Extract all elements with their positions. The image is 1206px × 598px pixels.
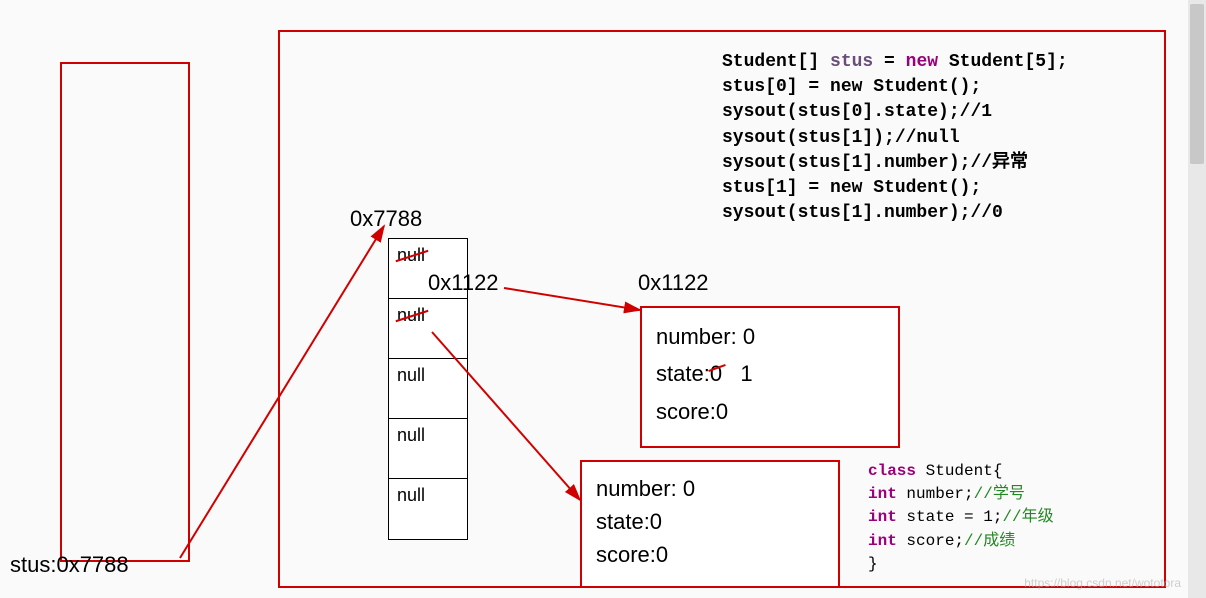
object-box-1: number: 0 state:0 1 score:0 bbox=[640, 306, 900, 448]
watermark: https://blog.csdn.net/wototora bbox=[1024, 576, 1181, 590]
obj2-number: number: 0 bbox=[596, 472, 824, 505]
code-line-4: sysout(stus[1]);//null bbox=[722, 126, 1142, 151]
codeb-line-5: } bbox=[868, 553, 1054, 576]
codeb-line-1: class Student{ bbox=[868, 460, 1054, 483]
obj2-state: state:0 bbox=[596, 505, 824, 538]
diagram-canvas: stus:0x7788 0x7788 null null null null n… bbox=[0, 0, 1206, 598]
scrollbar-thumb[interactable] bbox=[1190, 4, 1204, 164]
array-cell-2: null bbox=[389, 359, 467, 419]
code-line-3: sysout(stus[0].state);//1 bbox=[722, 100, 1142, 125]
array-address-label: 0x7788 bbox=[350, 206, 422, 232]
obj2-score: score:0 bbox=[596, 538, 824, 571]
code-snippet-top: Student[] stus = new Student[5]; stus[0]… bbox=[722, 50, 1142, 226]
code-line-6: stus[1] = new Student(); bbox=[722, 176, 1142, 201]
code-line-5: sysout(stus[1].number);//异常 bbox=[722, 151, 1142, 176]
addr-label-b: 0x1122 bbox=[638, 270, 709, 296]
addr-label-a: 0x1122 bbox=[428, 270, 499, 296]
object-box-2: number: 0 state:0 score:0 bbox=[580, 460, 840, 588]
obj1-state: state:0 1 bbox=[656, 355, 884, 392]
codeb-line-2: int number;//学号 bbox=[868, 483, 1054, 506]
codeb-line-4: int score;//成绩 bbox=[868, 530, 1054, 553]
obj1-score: score:0 bbox=[656, 393, 884, 430]
scrollbar-vertical[interactable] bbox=[1188, 0, 1206, 598]
array-cell-4: null bbox=[389, 479, 467, 539]
code-line-2: stus[0] = new Student(); bbox=[722, 75, 1142, 100]
stack-region bbox=[60, 62, 190, 562]
stack-var-label: stus:0x7788 bbox=[10, 552, 129, 578]
code-snippet-bottom: class Student{ int number;//学号 int state… bbox=[868, 460, 1054, 576]
obj1-number: number: 0 bbox=[656, 318, 884, 355]
array-cell-3: null bbox=[389, 419, 467, 479]
code-line-7: sysout(stus[1].number);//0 bbox=[722, 201, 1142, 226]
array-cell-1: null bbox=[389, 299, 467, 359]
code-line-1: Student[] stus = new Student[5]; bbox=[722, 50, 1142, 75]
codeb-line-3: int state = 1;//年级 bbox=[868, 506, 1054, 529]
